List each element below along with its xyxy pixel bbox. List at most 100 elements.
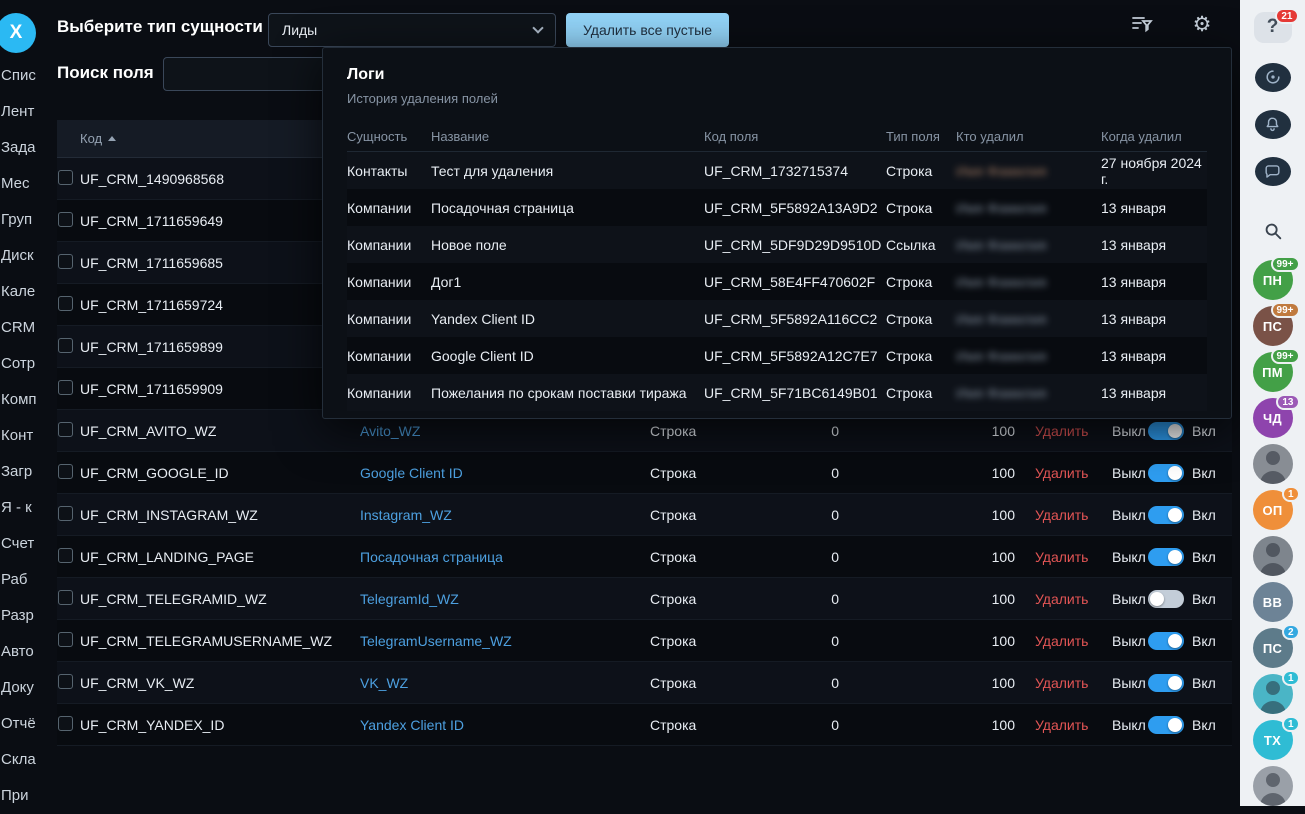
log-entity: Компании <box>347 274 431 290</box>
sidebar-item[interactable]: Загр <box>0 454 46 490</box>
logs-popup-subtitle: История удаления полей <box>347 91 1207 106</box>
sidebar-item[interactable]: Лент <box>0 94 46 130</box>
sidebar-item[interactable]: Зада <box>0 130 46 166</box>
sidebar-item[interactable]: Скла <box>0 742 46 778</box>
sidebar-item[interactable]: Разр <box>0 598 46 634</box>
contact-item[interactable]: ПС 99+ <box>1253 306 1293 346</box>
sidebar-item[interactable]: Авто <box>0 634 46 670</box>
delete-field-link[interactable]: Удалить <box>1017 591 1088 607</box>
row-checkbox[interactable] <box>58 422 73 437</box>
log-entity: Контакты <box>347 163 431 179</box>
sidebar-item[interactable]: При <box>0 778 46 814</box>
contact-item[interactable]: ПН 99+ <box>1253 260 1293 300</box>
field-name-link[interactable]: Avito_WZ <box>360 423 420 439</box>
sidebar-item[interactable]: Сотр <box>0 346 46 382</box>
field-name-link[interactable]: Посадочная страница <box>360 549 503 565</box>
field-name-link[interactable]: TelegramId_WZ <box>360 591 459 607</box>
log-field-name: Yandex Client ID <box>431 311 704 327</box>
sidebar-item[interactable]: Кале <box>0 274 46 310</box>
row-checkbox[interactable] <box>58 254 73 269</box>
contact-item[interactable]: 1 <box>1253 674 1293 714</box>
sidebar-item[interactable]: CRM <box>0 310 46 346</box>
row-checkbox[interactable] <box>58 716 73 731</box>
contact-item[interactable]: ТХ 1 <box>1253 720 1293 760</box>
code-column-header[interactable]: Код <box>80 131 360 146</box>
row-checkbox[interactable] <box>58 170 73 185</box>
field-name-link[interactable]: TelegramUsername_WZ <box>360 633 512 649</box>
field-search-label: Поиск поля <box>57 63 154 83</box>
chat-button[interactable] <box>1255 157 1291 186</box>
delete-field-link[interactable]: Удалить <box>1017 675 1088 691</box>
row-checkbox[interactable] <box>58 296 73 311</box>
app-logo[interactable]: X <box>0 13 36 53</box>
contact-item[interactable] <box>1253 444 1293 484</box>
sidebar-item[interactable]: Диск <box>0 238 46 274</box>
contact-item[interactable]: ОП 1 <box>1253 490 1293 530</box>
avatar-initials: ТХ <box>1264 733 1281 748</box>
row-checkbox[interactable] <box>58 212 73 227</box>
entity-type-select[interactable]: Лиды <box>268 13 556 47</box>
sidebar-item[interactable]: Я - к <box>0 490 46 526</box>
field-enabled-toggle[interactable] <box>1148 422 1184 440</box>
row-checkbox[interactable] <box>58 548 73 563</box>
sidebar-item[interactable]: Счет <box>0 526 46 562</box>
field-code: UF_CRM_1711659899 <box>80 339 360 355</box>
field-enabled-toggle[interactable] <box>1148 674 1184 692</box>
row-checkbox[interactable] <box>58 506 73 521</box>
sidebar-item[interactable]: Раб <box>0 562 46 598</box>
field-name-link[interactable]: Yandex Client ID <box>360 717 464 733</box>
delete-all-empty-button[interactable]: Удалить все пустые <box>566 13 729 47</box>
avatar-initials: ПН <box>1263 273 1282 288</box>
field-enabled-toggle[interactable] <box>1148 464 1184 482</box>
contact-item[interactable]: ВВ <box>1253 582 1293 622</box>
row-checkbox[interactable] <box>58 674 73 689</box>
chat-icon <box>1263 162 1282 181</box>
sidebar-item[interactable]: Комп <box>0 382 46 418</box>
field-code: UF_CRM_LANDING_PAGE <box>80 549 360 565</box>
field-code: UF_CRM_YANDEX_ID <box>80 717 360 733</box>
field-name-link[interactable]: Instagram_WZ <box>360 507 452 523</box>
field-name-link[interactable]: Google Client ID <box>360 465 463 481</box>
row-checkbox[interactable] <box>58 590 73 605</box>
sidebar-item[interactable]: Груп <box>0 202 46 238</box>
sort-ascending-icon <box>108 136 116 141</box>
sidebar-item[interactable]: Мес <box>0 166 46 202</box>
sidebar-item[interactable]: Доку <box>0 670 46 706</box>
contact-search-button[interactable] <box>1260 220 1286 242</box>
delete-field-link[interactable]: Удалить <box>1017 717 1088 733</box>
delete-field-link[interactable]: Удалить <box>1017 465 1088 481</box>
field-enabled-toggle[interactable] <box>1148 632 1184 650</box>
row-checkbox[interactable] <box>58 632 73 647</box>
field-name-link[interactable]: VK_WZ <box>360 675 408 691</box>
field-count: 0 <box>780 423 847 439</box>
row-checkbox[interactable] <box>58 464 73 479</box>
field-code: UF_CRM_GOOGLE_ID <box>80 465 360 481</box>
contact-item[interactable] <box>1253 536 1293 576</box>
contact-item[interactable]: ПМ 99+ <box>1253 352 1293 392</box>
delete-field-link[interactable]: Удалить <box>1017 633 1088 649</box>
help-button[interactable]: ? 21 <box>1254 12 1292 43</box>
log-deleted-by: Имя Фамилия <box>956 163 1101 179</box>
settings-gear-icon[interactable]: ⚙ <box>1189 11 1215 37</box>
delete-field-link[interactable]: Удалить <box>1017 423 1088 439</box>
field-enabled-toggle[interactable] <box>1148 548 1184 566</box>
contact-item[interactable] <box>1253 766 1293 806</box>
contact-item[interactable]: ЧД 13 <box>1253 398 1293 438</box>
field-enabled-toggle[interactable] <box>1148 716 1184 734</box>
log-field-name: Пожелания по срокам поставки тиража <box>431 385 704 401</box>
sidebar-item[interactable]: Спис <box>0 58 46 94</box>
copilot-button[interactable] <box>1255 63 1291 92</box>
contact-item[interactable]: ПС 2 <box>1253 628 1293 668</box>
sidebar-item[interactable]: Отчё <box>0 706 46 742</box>
field-enabled-toggle[interactable] <box>1148 590 1184 608</box>
row-checkbox[interactable] <box>58 380 73 395</box>
row-checkbox[interactable] <box>58 338 73 353</box>
field-enabled-toggle[interactable] <box>1148 506 1184 524</box>
avatar-initials: ПМ <box>1262 365 1283 380</box>
sidebar-item[interactable]: Конт <box>0 418 46 454</box>
notifications-button[interactable] <box>1255 110 1291 139</box>
delete-field-link[interactable]: Удалить <box>1017 549 1088 565</box>
delete-field-link[interactable]: Удалить <box>1017 507 1088 523</box>
logs-filter-icon[interactable] <box>1129 11 1155 37</box>
field-code: UF_CRM_TELEGRAMUSERNAME_WZ <box>80 633 360 649</box>
